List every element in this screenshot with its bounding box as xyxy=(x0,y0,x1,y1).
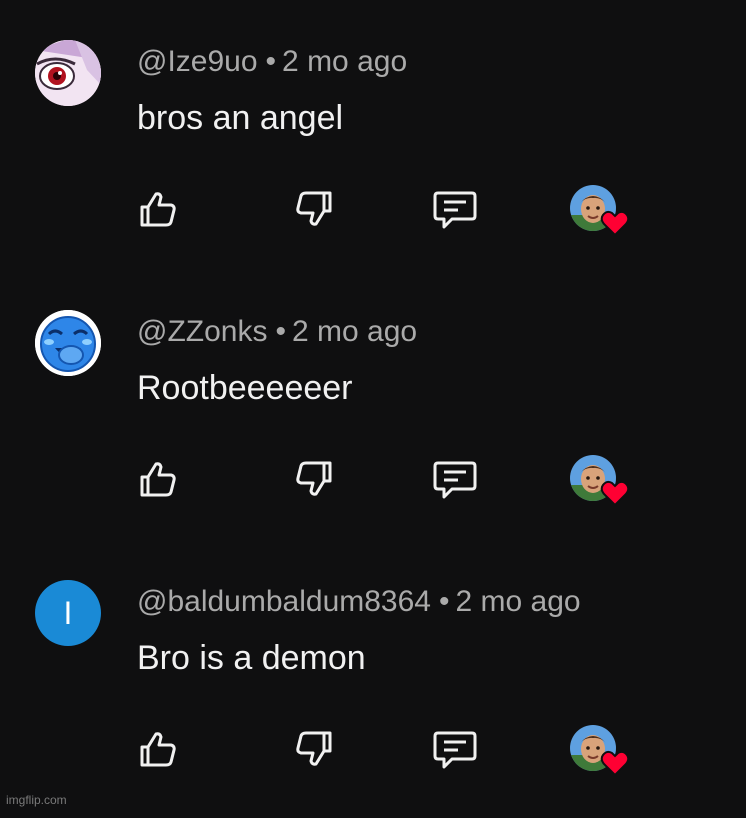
comment-author[interactable]: @Ize9uo xyxy=(137,45,258,78)
thumbs-up-icon xyxy=(140,732,176,767)
creator-heart xyxy=(570,725,634,777)
creator-heart xyxy=(570,455,634,507)
comment-text: bros an angel xyxy=(137,99,344,137)
thumbs-up-icon xyxy=(140,192,176,227)
comment-age: 2 mo ago xyxy=(282,45,408,78)
anime-eye-avatar xyxy=(35,40,101,106)
meta-separator: • xyxy=(265,45,277,78)
comment-meta: @baldumbaldum8364 • 2 mo ago xyxy=(137,584,581,620)
reply-button[interactable] xyxy=(428,722,482,776)
reply-button[interactable] xyxy=(428,452,482,506)
watermark: imgflip.com xyxy=(6,793,67,807)
comment-item: @Ize9uo • 2 mo ago bros an angel xyxy=(0,8,746,278)
comment-author[interactable]: @baldumbaldum8364 xyxy=(137,585,431,618)
comment-meta: @Ize9uo • 2 mo ago xyxy=(137,44,407,80)
creator-heart-icon xyxy=(600,210,630,237)
thumbs-down-icon xyxy=(296,731,332,766)
dislike-button[interactable] xyxy=(288,722,342,776)
comment-text: Bro is a demon xyxy=(137,639,366,677)
avatar[interactable] xyxy=(35,40,101,106)
comment-author[interactable]: @ZZonks xyxy=(137,315,267,348)
meta-separator: • xyxy=(275,315,286,348)
avatar[interactable] xyxy=(35,310,101,376)
dislike-button[interactable] xyxy=(288,182,342,236)
dislike-button[interactable] xyxy=(288,452,342,506)
comment-item: @ZZonks • 2 mo ago Rootbeeeeeer xyxy=(0,278,746,548)
laughing-emoji-avatar xyxy=(35,310,101,376)
comment-meta: @ZZonks • 2 mo ago xyxy=(137,314,417,350)
like-button[interactable] xyxy=(130,452,184,506)
reply-icon xyxy=(433,191,477,229)
reply-icon xyxy=(433,461,477,499)
avatar-letter: I xyxy=(63,594,73,631)
comment-age: 2 mo ago xyxy=(292,315,418,348)
reply-button[interactable] xyxy=(428,182,482,236)
creator-heart xyxy=(570,185,634,237)
creator-heart-icon xyxy=(600,480,630,507)
avatar[interactable]: I xyxy=(35,580,101,646)
like-button[interactable] xyxy=(130,722,184,776)
reply-icon xyxy=(433,731,477,769)
thumbs-up-icon xyxy=(140,462,176,497)
creator-heart-icon xyxy=(600,750,630,777)
comment-age: 2 mo ago xyxy=(455,585,581,618)
thumbs-down-icon xyxy=(296,191,332,226)
meta-separator: • xyxy=(438,585,450,618)
like-button[interactable] xyxy=(130,182,184,236)
comment-text: Rootbeeeeeer xyxy=(137,369,353,407)
comment-item: I @baldumbaldum8364 • 2 mo ago Bro is a de… xyxy=(0,548,746,818)
thumbs-down-icon xyxy=(296,461,332,496)
